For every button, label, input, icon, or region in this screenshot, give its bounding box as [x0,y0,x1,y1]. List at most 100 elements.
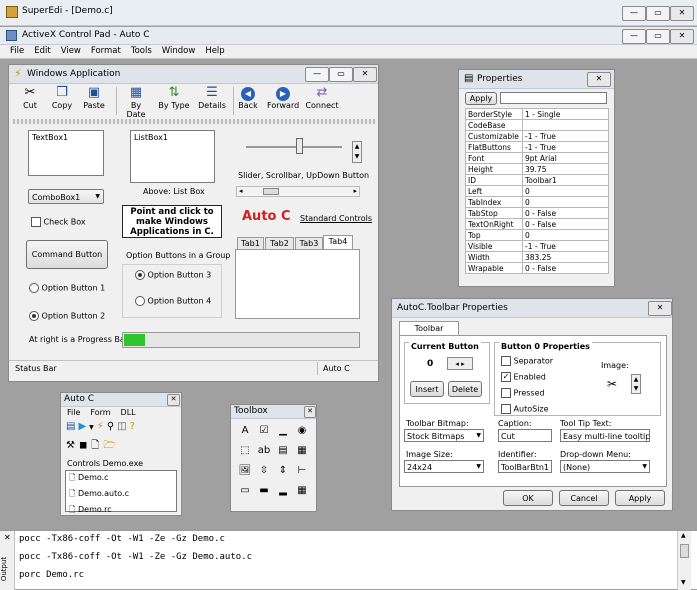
pad-close-button[interactable]: ✕ [670,29,694,44]
property-value[interactable] [522,119,609,131]
imgsize-select[interactable]: 24x24 ▼ [404,460,484,473]
delete-button[interactable]: Delete [448,381,482,397]
scroll-left-arrow[interactable]: ◂ [239,187,243,195]
scroll-thumb[interactable] [680,544,689,558]
menu-edit[interactable]: Edit [34,46,50,56]
toolbox-tool-icon[interactable]: 🖼 [237,463,253,479]
option-button-2[interactable]: Option Button 2 [29,311,105,321]
tab-toolbar-buttons[interactable]: Toolbar Buttons [399,321,459,346]
property-value[interactable]: -1 - True [522,141,609,153]
minimize-button[interactable]: — [622,6,646,21]
table-row[interactable]: Height 39.75 [465,163,609,175]
autoc-menu-form[interactable]: Form [90,408,110,417]
property-value[interactable]: -1 - True [522,130,609,142]
menu-file[interactable]: File [10,46,24,56]
standard-controls-link[interactable]: Standard Controls [300,214,372,223]
table-row[interactable]: FlatButtons -1 - True [465,141,609,153]
listbox[interactable]: ListBox1 [130,130,215,183]
toolbox-tool-icon[interactable]: ◉ [294,423,310,439]
combobox[interactable]: ComboBox1 ▼ [28,189,104,204]
separator-checkbox[interactable] [501,356,511,366]
autosize-check[interactable]: AutoSize [501,404,549,414]
new-file-icon[interactable]: 🗋 [91,440,103,451]
autosize-checkbox[interactable] [501,404,511,414]
bitmap-select[interactable]: Stock Bitmaps ▼ [404,429,484,442]
winapp-minimize-button[interactable]: — [305,67,329,82]
toolbox-tool-icon[interactable]: ▭ [237,483,253,499]
save-icon[interactable]: ◼ [79,440,91,451]
properties-close-button[interactable]: ✕ [587,72,611,87]
pressed-checkbox[interactable] [501,388,511,398]
menu-view[interactable]: View [61,46,81,56]
tab-1[interactable]: Tab1 [237,237,264,249]
menu-tools[interactable]: Tools [131,46,152,56]
tab-4[interactable]: Tab4 [323,235,353,249]
toolbar-back-button[interactable]: ◀ Back [235,85,261,110]
table-row[interactable]: Top 0 [465,229,609,241]
insert-button[interactable]: Insert [410,381,444,397]
textbox[interactable]: TextBox1 [28,130,104,176]
scrollbar[interactable]: ◂ ▸ [236,186,360,197]
toolbox-tool-icon[interactable]: ab [256,443,272,459]
toolbar-bydate-button[interactable]: ▦ By Date [121,85,151,119]
toolbox-tool-icon[interactable]: ▬ [256,483,272,499]
toolbox-tool-icon[interactable]: A [237,423,253,439]
properties-apply-button[interactable]: Apply [465,92,497,105]
caption-input[interactable]: Cut [498,429,552,442]
toolbox-tool-icon[interactable]: ⬚ [237,443,253,459]
dropdown-icon[interactable]: ▼ [89,424,97,431]
menu-format[interactable]: Format [91,46,121,56]
property-value[interactable]: 0 [522,229,609,241]
tab-3[interactable]: Tab3 [295,237,323,249]
winapp-close-button[interactable]: ✕ [353,67,377,82]
toolbar-details-button[interactable]: ☰ Details [197,85,227,110]
table-row[interactable]: Wrapable 0 - False [465,262,609,274]
pressed-check[interactable]: Pressed [501,388,545,398]
output-scrollbar[interactable]: ▲ ▼ [677,531,691,590]
apply-button[interactable]: Apply [615,490,665,506]
toolbox-tool-icon[interactable]: ☑ [256,423,272,439]
toolbar-copy-button[interactable]: ❐ Copy [51,85,73,110]
separator-check[interactable]: Separator [501,356,553,366]
toolbox-tool-icon[interactable]: ▦ [294,443,310,459]
properties-value-input[interactable] [500,92,607,104]
autoc-close-button[interactable]: ✕ [167,394,180,406]
menu-window[interactable]: Window [162,46,196,56]
toolbox-tool-icon[interactable]: ⇳ [256,463,272,479]
scroll-thumb[interactable] [263,188,279,195]
winapp-maximize-button[interactable]: ▭ [329,67,353,82]
wand-icon[interactable]: ⚡ [97,421,107,432]
slider-thumb[interactable] [296,138,303,154]
find-icon[interactable]: ⚲ [107,421,117,432]
tab-2[interactable]: Tab2 [265,237,294,249]
autoc-menu-dll[interactable]: DLL [121,408,136,417]
toolbox-tool-icon[interactable]: ⊢ [294,463,310,479]
checkbox-square[interactable] [31,217,41,227]
radio-1[interactable] [29,283,39,293]
tools-icon[interactable]: ⚒ [66,440,79,451]
property-value[interactable]: 0 - False [522,207,609,219]
scroll-right-arrow[interactable]: ▸ [353,187,357,195]
property-value[interactable]: -1 - True [522,240,609,252]
table-row[interactable]: Visible -1 - True [465,240,609,252]
toolbox-tool-icon[interactable]: ▦ [294,483,310,499]
list-item[interactable]: 🗋 Demo.c [66,471,176,487]
table-row[interactable]: CodeBase [465,119,609,131]
property-value[interactable]: 0 [522,196,609,208]
list-item[interactable]: 🗋 Demo.rc [66,503,176,519]
enabled-check[interactable]: ✓ Enabled [501,372,546,382]
enabled-checkbox[interactable]: ✓ [501,372,511,382]
option-button-1[interactable]: Option Button 1 [29,283,105,293]
list-item[interactable]: 🗋 Demo.auto.c [66,487,176,503]
toolbar-cut-button[interactable]: ✂ Cut [19,85,41,110]
property-value[interactable]: 383.25 [522,251,609,263]
table-row[interactable]: BorderStyle 1 - Single [465,108,609,120]
table-row[interactable]: ID Toolbar1 [465,174,609,186]
form-icon[interactable]: ▤ [66,421,78,432]
slider[interactable] [242,133,347,161]
property-value[interactable]: 0 [522,185,609,197]
table-row[interactable]: Customizable -1 - True [465,130,609,142]
close-button[interactable]: ✕ [670,6,694,21]
radio-2[interactable] [29,311,39,321]
property-value[interactable]: Toolbar1 [522,174,609,186]
